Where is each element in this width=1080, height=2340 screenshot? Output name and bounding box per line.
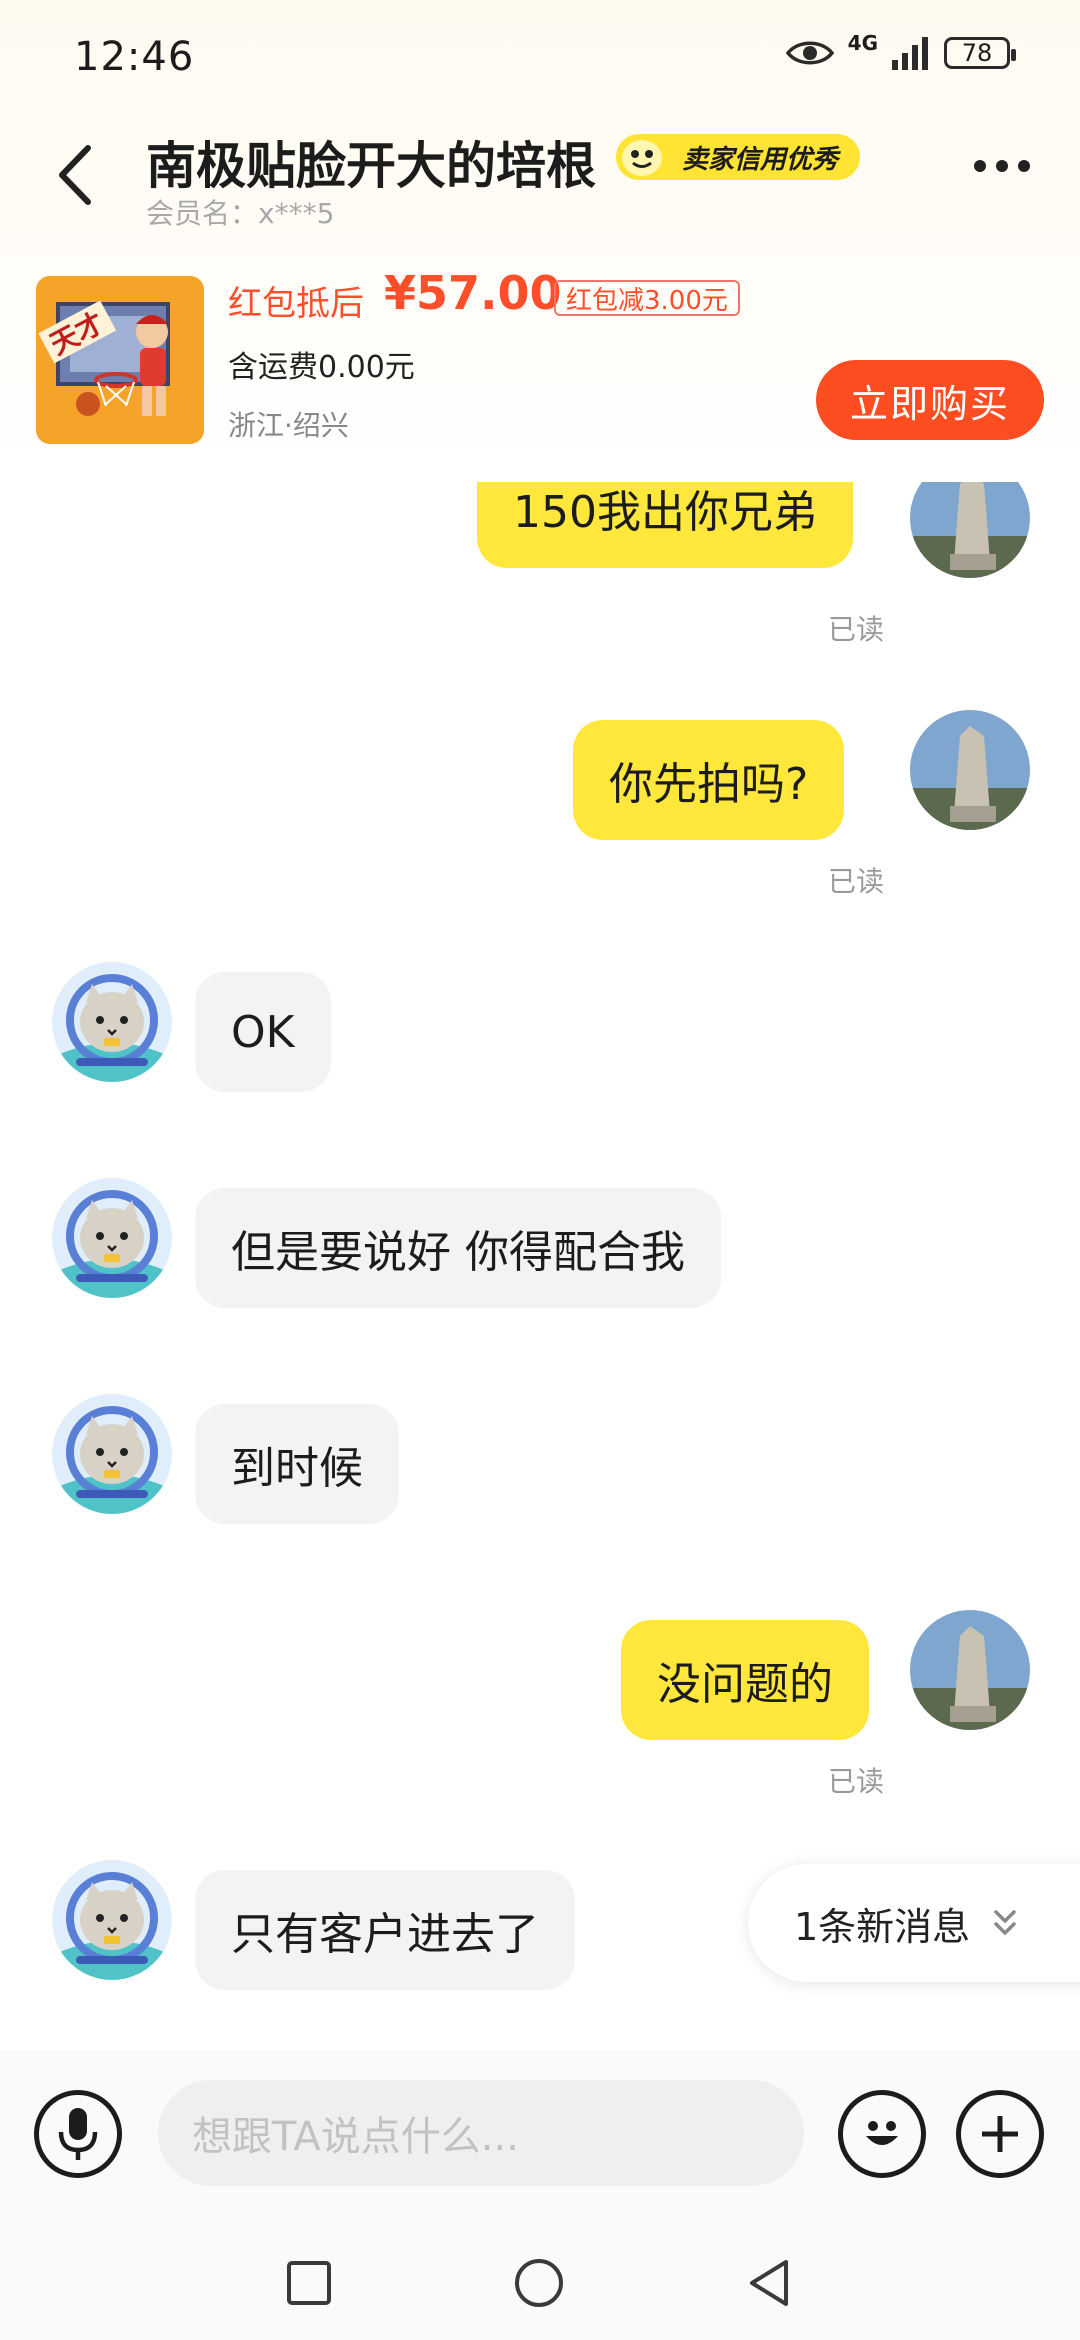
member-name: 会员名：x***5 [146,197,335,230]
message-text: OK [231,1006,295,1058]
top-panel: 12:46 4G 78 南极贴脸开大的培根 卖家信用优秀 会员名：x***5 天… [0,0,1080,483]
message-list[interactable]: 150我出你兄弟 已读 你先拍吗? 已读 OK 但是要说好 你得配合我 到时候 … [0,482,1080,2050]
back-icon[interactable] [50,140,100,210]
message-bubble-sent[interactable]: 你先拍吗? [573,720,845,840]
message-bubble-sent[interactable]: 没问题的 [621,1620,869,1740]
new-message-indicator[interactable]: 1条新消息 [748,1864,1080,1982]
battery-icon: 78 [944,37,1016,69]
status-bar: 12:46 4G 78 [0,0,1080,110]
message-bubble-received[interactable]: 但是要说好 你得配合我 [195,1188,721,1308]
read-status: 已读 [828,865,885,898]
credit-badge-label: 卖家信用优秀 [682,144,839,175]
input-bar: 想跟TA说点什么... [0,2050,1080,2230]
new-message-label: 1条新消息 [794,1904,971,1949]
recent-apps-icon[interactable] [284,2258,334,2308]
seller-avatar[interactable] [52,962,172,1082]
signal-icon [892,37,928,70]
message-bubble-sent[interactable]: 150我出你兄弟 [477,482,853,568]
coupon-badge: 红包减3.00元 [554,280,740,316]
smiley-badge-icon [622,140,662,176]
product-card[interactable]: 天才 红包抵后 ¥57.00 红包减3.00元 含运费0.00元 浙江·绍兴 立… [0,262,1080,462]
read-status: 已读 [828,1765,885,1798]
microphone-icon [58,2108,98,2160]
voice-button[interactable] [34,2090,122,2178]
buy-now-button[interactable]: 立即购买 [816,360,1044,440]
credit-badge[interactable]: 卖家信用优秀 [616,134,861,180]
message-text: 到时候 [231,1443,363,1494]
shipping-info: 含运费0.00元 [228,350,415,385]
cat-avatar [52,1178,172,1298]
location: 浙江·绍兴 [228,409,349,442]
more-icon[interactable] [974,160,1030,172]
home-icon[interactable] [512,2256,566,2310]
battery-level: 78 [961,39,993,67]
emoji-button[interactable] [838,2090,926,2178]
cat-avatar [52,1394,172,1514]
status-icons: 4G 78 [785,31,1016,70]
my-avatar[interactable] [910,710,1030,830]
my-avatar[interactable] [910,1610,1030,1730]
more-actions-button[interactable] [956,2090,1044,2178]
smiley-icon [866,2121,898,2145]
read-status: 已读 [828,613,885,646]
cat-avatar [52,1860,172,1980]
eye-icon [785,41,834,65]
seller-avatar[interactable] [52,1178,172,1298]
back-nav-icon[interactable] [744,2256,794,2310]
basketball-player-image: 天才 [36,276,204,444]
price-label: 红包抵后 [228,284,364,324]
monument-photo [910,1610,1030,1730]
cat-avatar [52,962,172,1082]
monument-photo [910,710,1030,830]
seller-name: 南极贴脸开大的培根 [146,137,596,195]
plus-icon [982,2116,1018,2152]
network-label: 4G [847,31,878,55]
message-bubble-received[interactable]: 到时候 [195,1404,399,1524]
monument-photo [910,482,1030,578]
status-time: 12:46 [74,34,195,80]
message-input[interactable]: 想跟TA说点什么... [158,2080,804,2186]
message-text: 你先拍吗? [609,759,809,810]
seller-avatar[interactable] [52,1860,172,1980]
chat-header: 南极贴脸开大的培根 卖家信用优秀 会员名：x***5 [0,120,1080,230]
message-text: 只有客户进去了 [231,1909,539,1960]
message-bubble-received[interactable]: 只有客户进去了 [195,1870,575,1990]
message-text: 但是要说好 你得配合我 [231,1227,685,1278]
system-navigation-bar [0,2230,1080,2340]
seller-avatar[interactable] [52,1394,172,1514]
message-text: 150我出你兄弟 [513,487,817,538]
double-chevron-down-icon [994,1910,1016,1935]
product-thumbnail[interactable]: 天才 [36,276,204,444]
message-text: 没问题的 [657,1659,833,1710]
message-bubble-received[interactable]: OK [195,972,331,1092]
price: ¥57.00 [384,266,562,320]
my-avatar[interactable] [910,482,1030,578]
